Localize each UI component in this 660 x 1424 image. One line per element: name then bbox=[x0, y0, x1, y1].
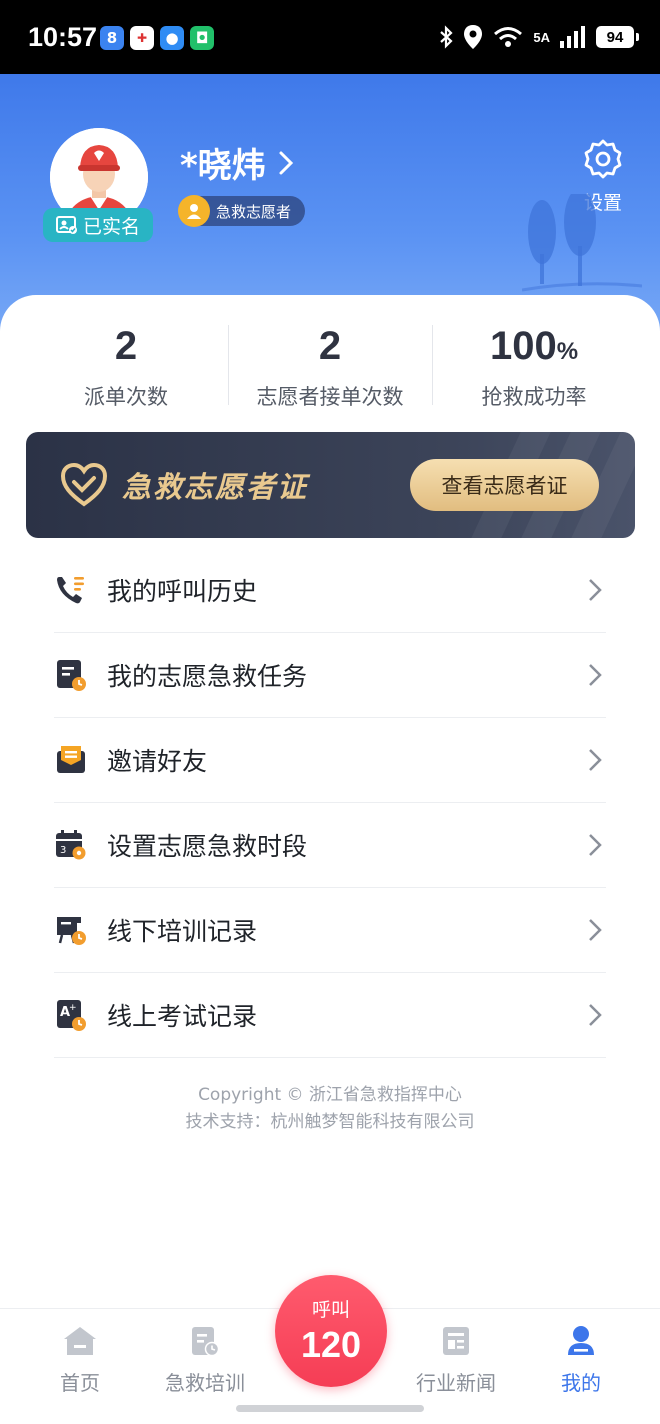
volunteer-medal-icon bbox=[178, 195, 210, 227]
nav-news-label: 行业新闻 bbox=[416, 1371, 496, 1395]
heart-hand-icon bbox=[60, 462, 108, 507]
role-badge-label: 急救志愿者 bbox=[216, 202, 292, 221]
verified-label: 已实名 bbox=[82, 215, 140, 238]
svg-text:+: + bbox=[69, 1003, 77, 1013]
exam-record-icon: A + bbox=[54, 998, 88, 1032]
nav-mine-label: 我的 bbox=[561, 1371, 601, 1395]
battery-indicator: 94 bbox=[596, 26, 639, 48]
stat-accept-value: 2 bbox=[318, 324, 342, 368]
nav-training[interactable]: 急救培训 bbox=[145, 1309, 265, 1396]
chevron-right-icon bbox=[589, 919, 602, 941]
bottom-nav: 首页 急救培训 呼叫 120 行业新闻 我的 bbox=[0, 1275, 660, 1424]
user-name: *晓炜 bbox=[180, 146, 266, 186]
status-bar: 10:57 8 ✚ ● ◘ 5A 94 bbox=[0, 0, 660, 74]
footer-copyright: Copyright © 浙江省急救指挥中心 技术支持：杭州触梦智能科技有限公司 bbox=[0, 1082, 660, 1136]
stat-success-rate: 100% 抢救成功率 bbox=[432, 323, 636, 409]
home-indicator[interactable] bbox=[236, 1405, 424, 1412]
volunteer-certificate-banner[interactable]: 急救志愿者证 查看志愿者证 bbox=[26, 432, 635, 538]
content-card: 2 派单次数 2 志愿者接单次数 100% 抢救成功率 急救志愿者证 查看志愿者… bbox=[0, 295, 660, 1305]
verified-badge: 已实名 bbox=[43, 208, 153, 242]
menu-item-offline-training[interactable]: 线下培训记录 bbox=[54, 888, 606, 973]
wechat-app-icon: ◘ bbox=[190, 26, 214, 50]
role-badge: 急救志愿者 bbox=[178, 195, 306, 227]
stat-dispatch-value: 2 bbox=[114, 324, 138, 368]
user-icon bbox=[568, 1326, 594, 1355]
menu-label: 线下培训记录 bbox=[107, 917, 258, 946]
menu-label: 设置志愿急救时段 bbox=[107, 832, 308, 861]
user-name-link[interactable]: *晓炜 bbox=[180, 138, 294, 187]
app-8-icon: 8 bbox=[100, 26, 124, 50]
nav-home-label: 首页 bbox=[60, 1371, 100, 1395]
id-card-icon bbox=[55, 216, 77, 234]
nav-mine[interactable]: 我的 bbox=[521, 1309, 641, 1396]
training-icon bbox=[192, 1327, 220, 1357]
chevron-right-icon bbox=[589, 1004, 602, 1026]
invite-bag-icon bbox=[54, 743, 88, 777]
volunteer-card-title: 急救志愿者证 bbox=[122, 470, 309, 504]
calendar-gear-icon: 3 bbox=[54, 828, 88, 862]
chevron-right-icon bbox=[589, 834, 602, 856]
call-120-button[interactable]: 呼叫 120 bbox=[275, 1275, 387, 1387]
phone-list-icon bbox=[54, 573, 88, 607]
call-label: 呼叫 bbox=[311, 1299, 350, 1321]
stat-dispatch-label: 派单次数 bbox=[84, 385, 168, 409]
network-type: 5A bbox=[533, 29, 550, 45]
stats-row: 2 派单次数 2 志愿者接单次数 100% 抢救成功率 bbox=[24, 323, 636, 409]
status-time: 10:57 bbox=[28, 22, 98, 52]
chevron-right-icon bbox=[589, 749, 602, 771]
bluetooth-icon bbox=[440, 25, 453, 49]
chevron-right-icon bbox=[589, 579, 602, 601]
view-certificate-button[interactable]: 查看志愿者证 bbox=[410, 459, 599, 511]
chevron-right-icon bbox=[589, 664, 602, 686]
copyright-text: Copyright © 浙江省急救指挥中心 bbox=[198, 1085, 462, 1105]
notification-icons: 8 ✚ ● ◘ bbox=[100, 26, 214, 50]
message-app-icon: ● bbox=[160, 26, 184, 50]
training-board-icon bbox=[54, 913, 88, 947]
gear-icon bbox=[584, 139, 622, 179]
menu-item-invite-friends[interactable]: 邀请好友 bbox=[54, 718, 606, 803]
support-text: 技术支持：杭州触梦智能科技有限公司 bbox=[185, 1112, 475, 1132]
stat-accept-label: 志愿者接单次数 bbox=[256, 385, 404, 409]
call-number: 120 bbox=[300, 1324, 362, 1365]
menu-item-online-exam[interactable]: A + 线上考试记录 bbox=[54, 973, 606, 1058]
menu-item-call-history[interactable]: 我的呼叫历史 bbox=[54, 548, 606, 633]
home-icon bbox=[64, 1327, 96, 1355]
menu-item-volunteer-tasks[interactable]: 我的志愿急救任务 bbox=[54, 633, 606, 718]
menu-label: 我的呼叫历史 bbox=[107, 577, 258, 606]
menu-label: 线上考试记录 bbox=[107, 1002, 258, 1031]
menu-label: 邀请好友 bbox=[107, 747, 208, 776]
nav-news[interactable]: 行业新闻 bbox=[396, 1309, 516, 1396]
stat-success-label: 抢救成功率 bbox=[481, 385, 587, 409]
status-right: 5A 94 bbox=[439, 24, 639, 50]
news-icon bbox=[443, 1327, 469, 1355]
stat-dispatch: 2 派单次数 bbox=[24, 323, 228, 409]
menu-label: 我的志愿急救任务 bbox=[107, 662, 308, 691]
menu-item-set-time[interactable]: 3 设置志愿急救时段 bbox=[54, 803, 606, 888]
signal-icon bbox=[560, 26, 585, 48]
svg-text:3: 3 bbox=[60, 845, 66, 856]
location-icon bbox=[464, 25, 483, 49]
stat-accept: 2 志愿者接单次数 bbox=[228, 323, 432, 409]
menu-list: 我的呼叫历史 我的志愿急救任务 邀请好友 3 设置志愿急救时段 线下培训记录 A… bbox=[54, 548, 606, 1058]
tree-decoration-icon bbox=[522, 194, 642, 292]
chevron-right-icon bbox=[279, 151, 293, 174]
wifi-icon bbox=[494, 27, 523, 47]
hospital-app-icon: ✚ bbox=[130, 26, 154, 50]
nav-home[interactable]: 首页 bbox=[20, 1309, 140, 1396]
nav-training-label: 急救培训 bbox=[165, 1371, 245, 1395]
stat-success-value: 100% bbox=[489, 324, 579, 368]
task-clock-icon bbox=[54, 658, 88, 692]
